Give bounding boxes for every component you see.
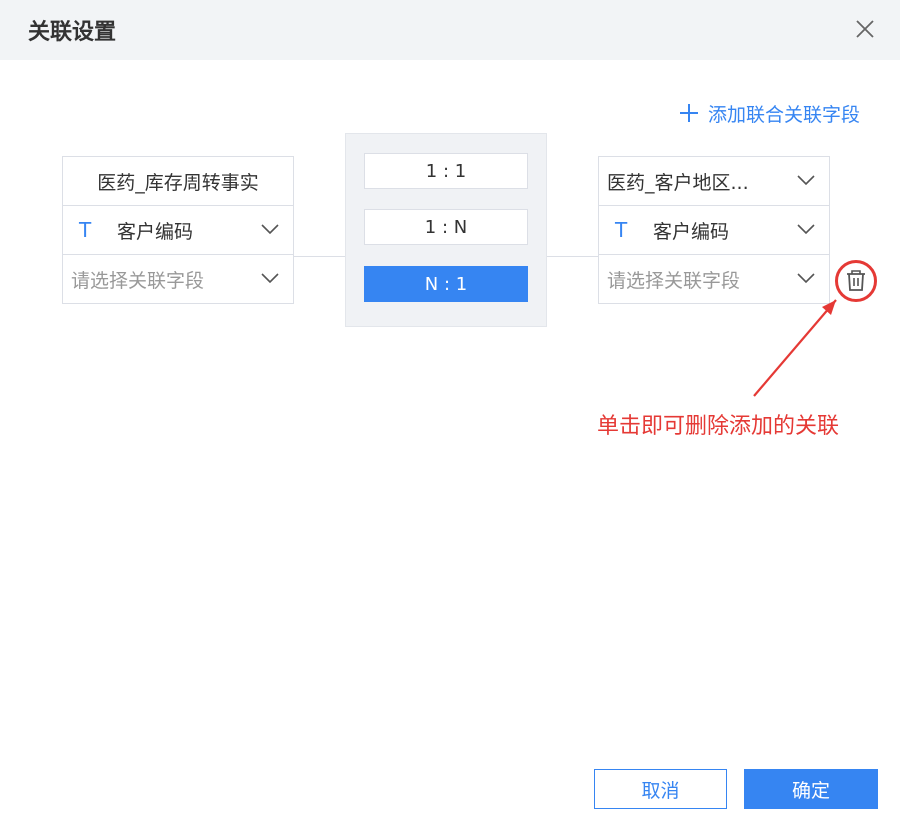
left-field-placeholder: 请选择关联字段 <box>71 269 205 292</box>
add-joint-field-button[interactable]: 添加联合关联字段 <box>678 99 860 127</box>
text-type-icon: T <box>615 218 628 242</box>
relation-option-one-to-one[interactable]: 1 : 1 <box>364 153 528 189</box>
right-table-name-text: 医药_客户地区... <box>607 171 749 194</box>
cancel-button[interactable]: 取消 <box>594 769 727 809</box>
chevron-down-icon[interactable] <box>797 272 815 284</box>
confirm-button[interactable]: 确定 <box>744 769 878 809</box>
right-field-value: 客户编码 <box>653 220 730 243</box>
dialog-header: 关联设置 <box>0 0 900 60</box>
plus-icon <box>680 104 698 122</box>
annotation-arrow <box>753 299 837 397</box>
left-field-select[interactable]: T 客户编码 <box>63 206 293 255</box>
left-table-name-text: 医药_库存周转事实 <box>97 171 259 194</box>
relation-option-many-to-one[interactable]: N : 1 <box>364 266 528 302</box>
relation-type-panel: 1 : 1 1 : N N : 1 <box>345 133 547 327</box>
dialog-title: 关联设置 <box>28 20 117 45</box>
chevron-down-icon[interactable] <box>261 223 279 235</box>
add-joint-field-label: 添加联合关联字段 <box>708 103 861 126</box>
left-field-value: 客户编码 <box>117 220 194 243</box>
connector-line-left <box>294 256 346 257</box>
connector-line-right <box>547 256 599 257</box>
left-table-box: 医药_库存周转事实 T 客户编码 请选择关联字段 <box>62 156 294 304</box>
chevron-down-icon[interactable] <box>797 174 815 186</box>
chevron-down-icon[interactable] <box>261 272 279 284</box>
close-icon[interactable] <box>852 16 878 42</box>
right-field-placeholder: 请选择关联字段 <box>607 269 741 292</box>
right-field-select[interactable]: T 客户编码 <box>599 206 829 255</box>
right-table-box: 医药_客户地区... T 客户编码 请选择关联字段 <box>598 156 830 304</box>
trash-icon <box>847 270 865 291</box>
annotation-text: 单击即可删除添加的关联 <box>597 414 840 439</box>
right-table-select[interactable]: 医药_客户地区... <box>599 157 829 206</box>
text-type-icon: T <box>79 218 92 242</box>
chevron-down-icon[interactable] <box>797 223 815 235</box>
left-table-name: 医药_库存周转事实 <box>63 157 293 206</box>
relation-option-one-to-many[interactable]: 1 : N <box>364 209 528 245</box>
left-field-select-empty[interactable]: 请选择关联字段 <box>63 255 293 303</box>
